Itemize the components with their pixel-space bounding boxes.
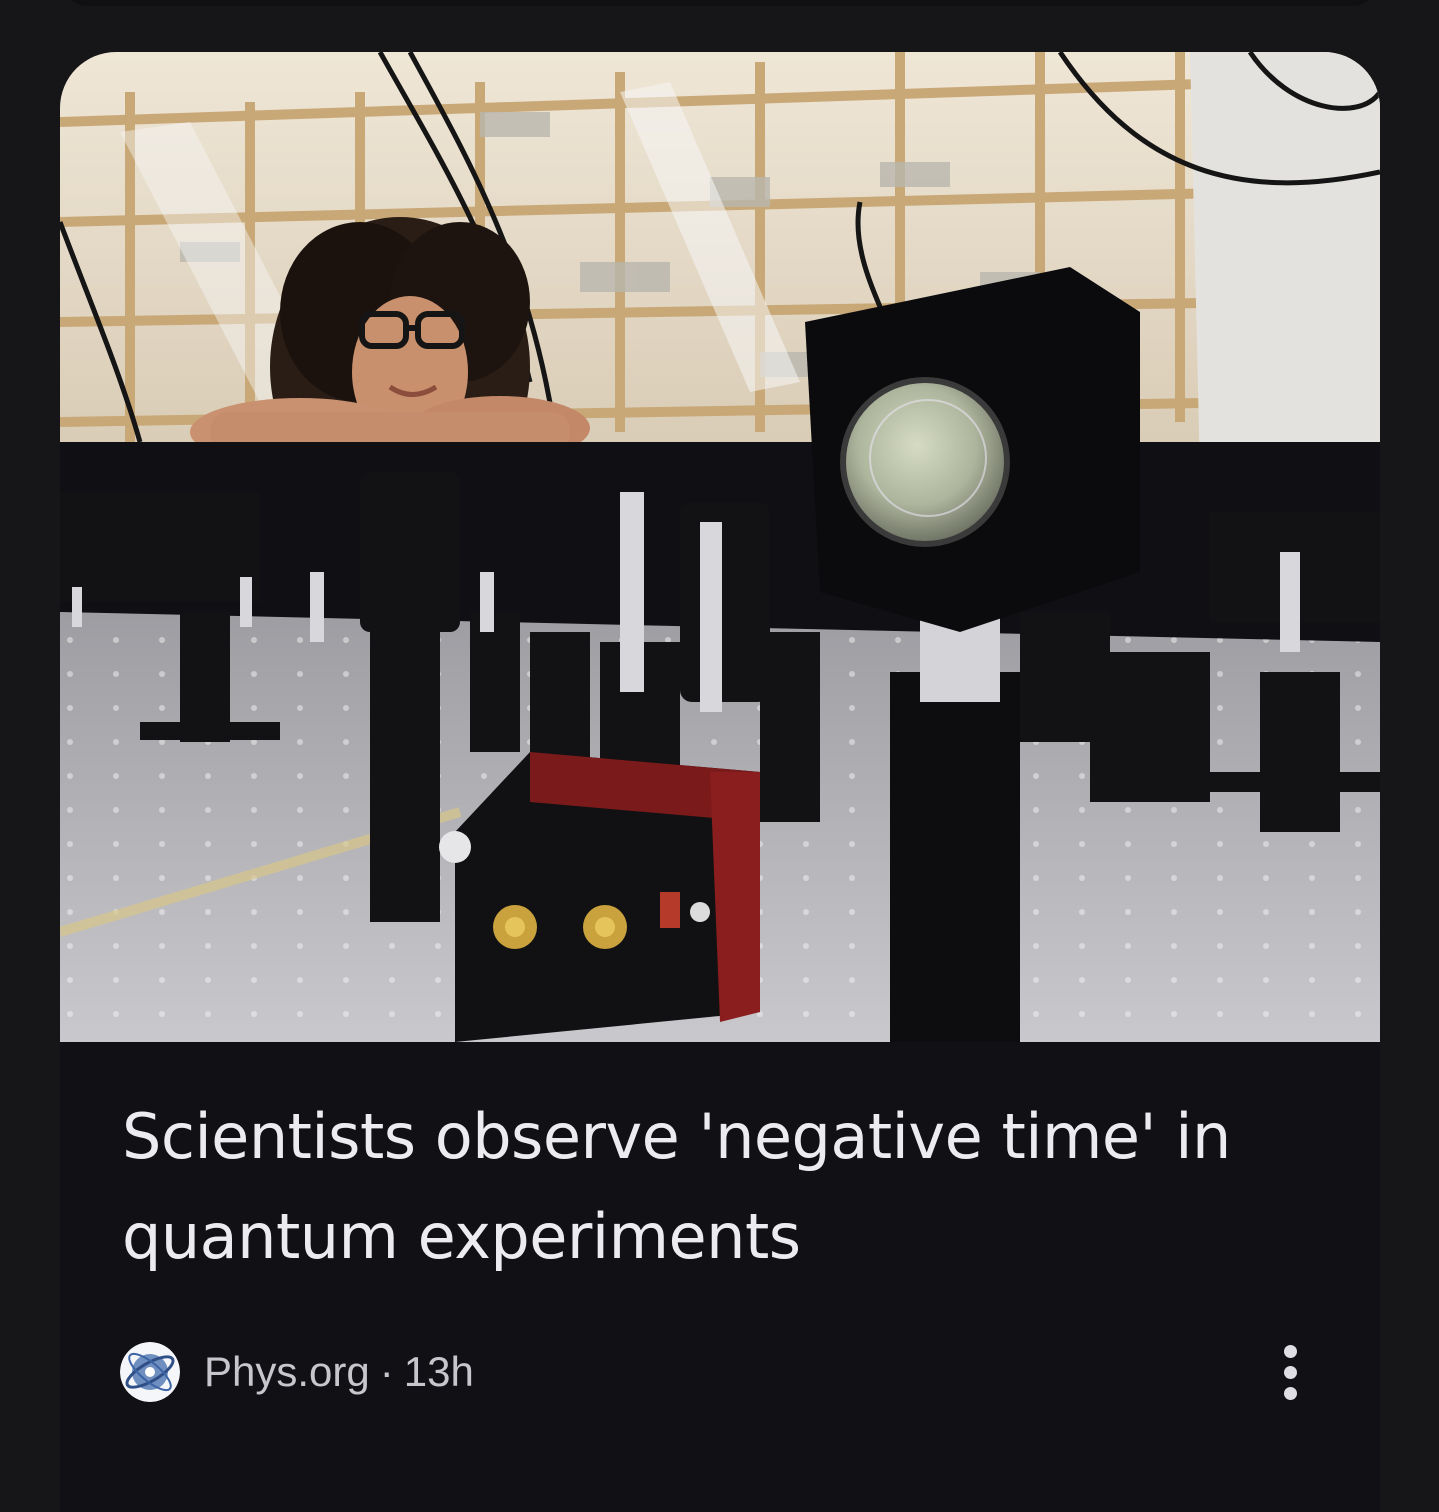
more-vert-icon	[1283, 1344, 1297, 1358]
news-card[interactable]: Scientists observe 'negative time' in qu…	[60, 52, 1380, 1512]
article-meta: Phys.org · 13h	[120, 1342, 474, 1402]
more-options-button[interactable]	[1260, 1332, 1320, 1412]
previous-card-edge	[60, 0, 1380, 6]
meta-separator: ·	[379, 1348, 394, 1395]
article-image[interactable]	[60, 52, 1380, 1042]
article-age: 13h	[403, 1348, 474, 1395]
phys-org-logo-icon	[120, 1342, 180, 1402]
article-headline[interactable]: Scientists observe 'negative time' in qu…	[122, 1087, 1312, 1287]
source-name[interactable]: Phys.org	[204, 1342, 370, 1402]
